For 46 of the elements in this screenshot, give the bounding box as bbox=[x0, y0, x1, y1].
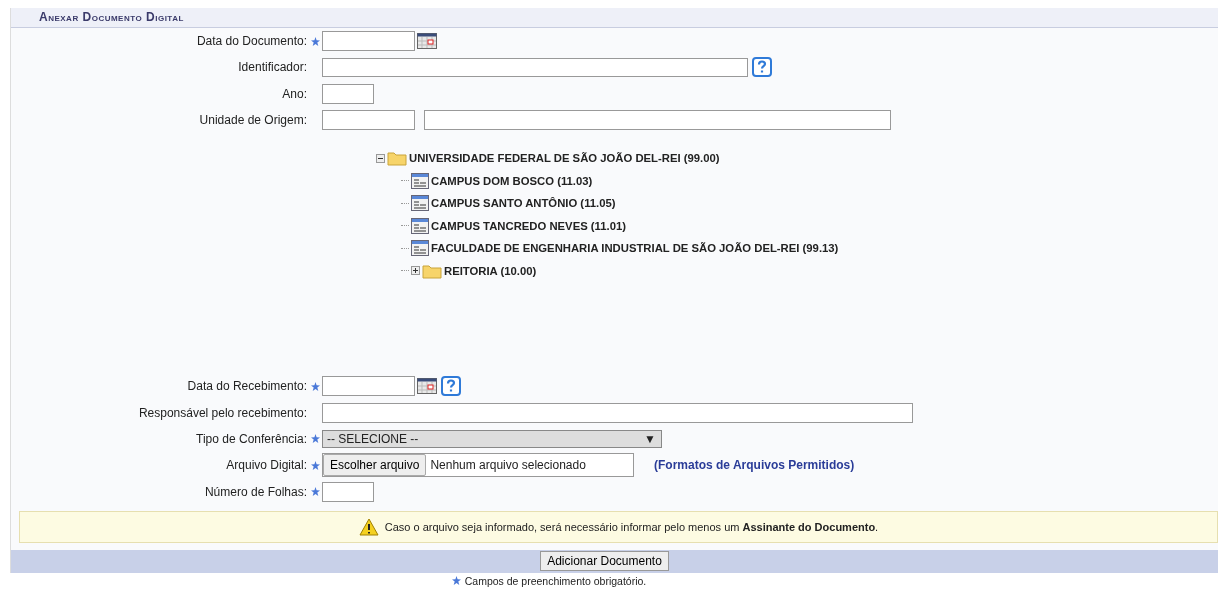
field-label: Unidade de Origem: bbox=[199, 113, 307, 128]
panel-title: Anexar Documento Digital bbox=[39, 10, 184, 24]
warning-icon bbox=[358, 517, 379, 536]
tree-item[interactable]: UNIVERSIDADE FEDERAL DE SÃO JOÃO DEL-REI (99.00) bbox=[409, 152, 720, 165]
tree-item[interactable]: REITORIA (10.00) bbox=[444, 264, 537, 277]
field-label: Tipo de Conferência: bbox=[196, 431, 307, 446]
field-label: Data do Recebimento: bbox=[187, 379, 307, 394]
calendar-icon[interactable] bbox=[417, 378, 437, 395]
folder-icon bbox=[422, 262, 442, 279]
field-label: Responsável pelo recebimento: bbox=[138, 405, 307, 420]
collapse-icon[interactable] bbox=[376, 153, 385, 163]
field-label: Identificador: bbox=[238, 60, 307, 75]
choose-file-button[interactable]: Escolher arquivo bbox=[323, 454, 427, 477]
expand-icon[interactable] bbox=[411, 266, 420, 276]
field-label: Número de Folhas: bbox=[204, 484, 307, 499]
formats-link[interactable]: (Formatos de Arquivos Permitidos) bbox=[654, 458, 855, 473]
add-document-button[interactable]: Adicionar Documento bbox=[540, 551, 669, 572]
calendar-icon[interactable] bbox=[417, 33, 437, 50]
list-icon bbox=[411, 195, 429, 212]
required-star-icon bbox=[451, 576, 461, 586]
text-field[interactable] bbox=[322, 57, 748, 77]
text-field[interactable] bbox=[322, 402, 913, 423]
text-field[interactable] bbox=[322, 481, 374, 502]
file-status: Nenhum arquivo selecionado bbox=[429, 458, 586, 473]
folder-icon bbox=[387, 150, 407, 167]
tree-item[interactable]: FACULDADE DE ENGENHARIA INDUSTRIAL DE SÃO JOÃO DEL-REI (99.13) bbox=[431, 242, 839, 255]
list-icon bbox=[411, 172, 429, 189]
list-icon bbox=[411, 240, 429, 257]
date-field[interactable] bbox=[322, 376, 415, 397]
tree-item[interactable]: CAMPUS TANCREDO NEVES (11.01) bbox=[431, 219, 626, 232]
field-label: Ano: bbox=[282, 86, 307, 101]
help-icon[interactable] bbox=[441, 376, 461, 397]
file-field[interactable]: Escolher arquivo Nenhum arquivo selecionado bbox=[322, 453, 634, 478]
text-field[interactable] bbox=[322, 83, 374, 104]
required-note: Campos de preenchimento obrigatório. bbox=[464, 574, 647, 587]
help-icon[interactable] bbox=[752, 57, 772, 78]
name-field[interactable] bbox=[424, 110, 891, 131]
tree-item[interactable]: CAMPUS SANTO ANTÔNIO (11.05) bbox=[431, 197, 616, 210]
list-icon bbox=[411, 217, 429, 234]
field-label: Data do Documento: bbox=[196, 34, 307, 49]
field-label: Arquivo Digital: bbox=[226, 458, 307, 473]
dropdown[interactable]: -- SELECIONE -- ▼ bbox=[322, 429, 662, 448]
code-field[interactable] bbox=[322, 110, 415, 131]
warning-text: Caso o arquivo seja informado, será necessário informar pelo menos um Assinante do Documento. bbox=[384, 520, 879, 533]
date-field[interactable] bbox=[322, 31, 415, 52]
tree-item[interactable]: CAMPUS DOM BOSCO (11.03) bbox=[431, 174, 593, 187]
